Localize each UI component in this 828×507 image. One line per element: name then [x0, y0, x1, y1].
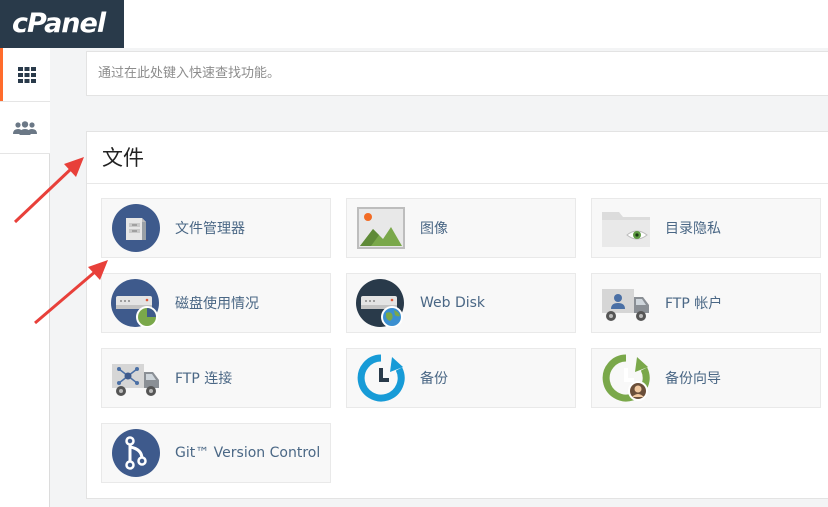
cpanel-logo[interactable]: cPanel [0, 0, 124, 48]
search-input[interactable] [87, 52, 828, 95]
item-label: 目录隐私 [665, 221, 721, 237]
item-label: FTP 连接 [175, 371, 233, 387]
quick-search [86, 51, 828, 96]
backup-wizard-item[interactable]: 备份向导 [591, 348, 821, 408]
backup-item[interactable]: 备份 [346, 348, 576, 408]
item-label: FTP 帐户 [665, 296, 723, 312]
backup-icon [356, 353, 406, 403]
section-title[interactable]: 文件 [87, 132, 828, 184]
ftp-connections-icon [111, 353, 161, 403]
web-disk-icon [356, 278, 406, 328]
users-icon [13, 120, 37, 135]
file-manager-icon [111, 203, 161, 253]
ftp-accounts-item[interactable]: FTP 帐户 [591, 273, 821, 333]
top-bar [124, 0, 828, 48]
images-icon [356, 203, 406, 253]
annotation-arrow-icon [34, 260, 108, 325]
sidebar-item-users[interactable] [0, 101, 50, 154]
file-manager-item[interactable]: 文件管理器 [101, 198, 331, 258]
item-label: 备份向导 [665, 371, 721, 387]
item-label: 图像 [420, 221, 448, 237]
git-version-control-icon [111, 428, 161, 478]
disk-usage-icon [111, 278, 161, 328]
web-disk-item[interactable]: Web Disk [346, 273, 576, 333]
images-item[interactable]: 图像 [346, 198, 576, 258]
disk-usage-item[interactable]: 磁盘使用情况 [101, 273, 331, 333]
item-label: 文件管理器 [175, 221, 245, 237]
grid-icon [17, 66, 36, 83]
item-label: Git™ Version Control [175, 445, 321, 461]
annotation-arrow-icon [13, 157, 84, 224]
item-label: Web Disk [420, 295, 486, 311]
sidebar-item-tools[interactable] [0, 48, 50, 101]
git-version-control-item[interactable]: Git™ Version Control [101, 423, 331, 483]
directory-privacy-item[interactable]: 目录隐私 [591, 198, 821, 258]
backup-wizard-icon [601, 353, 651, 403]
item-label: 磁盘使用情况 [175, 296, 259, 312]
item-label: 备份 [420, 371, 448, 387]
ftp-accounts-icon [601, 278, 651, 328]
ftp-connections-item[interactable]: FTP 连接 [101, 348, 331, 408]
directory-privacy-icon [601, 203, 651, 253]
